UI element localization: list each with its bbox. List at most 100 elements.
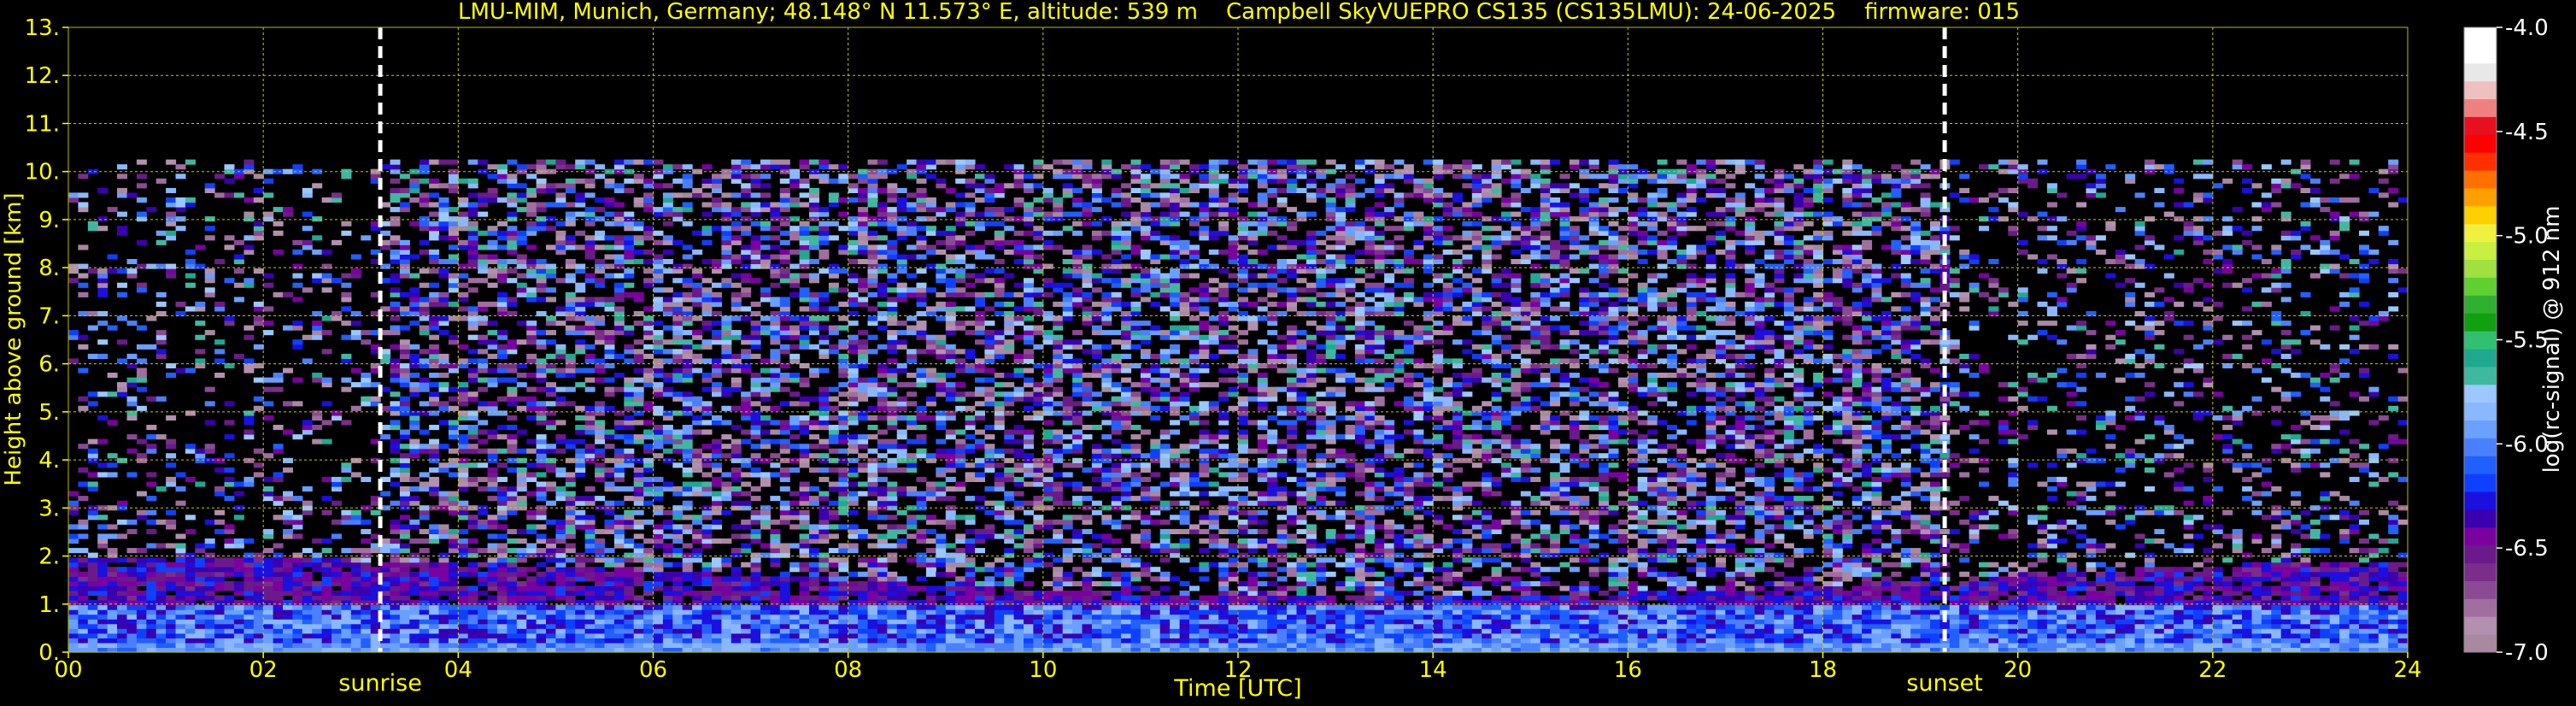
signal-cell bbox=[233, 239, 244, 245]
signal-cell bbox=[858, 595, 869, 601]
signal-cell bbox=[741, 396, 752, 402]
signal-cell bbox=[341, 306, 352, 312]
signal-cell bbox=[467, 632, 478, 638]
signal-cell bbox=[458, 567, 469, 573]
signal-cell bbox=[117, 315, 127, 321]
signal-cell bbox=[595, 567, 606, 573]
signal-cell bbox=[332, 623, 342, 629]
signal-cell bbox=[419, 576, 430, 582]
signal-cell bbox=[546, 609, 556, 615]
signal-cell bbox=[692, 515, 703, 521]
signal-cell bbox=[613, 628, 625, 634]
signal-cell bbox=[604, 263, 615, 269]
signal-cell bbox=[546, 567, 556, 573]
signal-cell bbox=[419, 301, 430, 307]
signal-cell bbox=[555, 528, 566, 534]
signal-cell bbox=[779, 628, 790, 634]
signal-cell bbox=[721, 192, 732, 198]
signal-cell bbox=[848, 543, 859, 549]
signal-cell bbox=[936, 334, 947, 340]
signal-cell bbox=[838, 638, 849, 644]
signal-cell bbox=[828, 500, 839, 506]
signal-cell bbox=[185, 259, 196, 265]
signal-cell bbox=[419, 595, 430, 601]
signal-cell bbox=[712, 373, 722, 379]
signal-cell bbox=[487, 557, 498, 563]
signal-cell bbox=[526, 448, 537, 454]
signal-cell bbox=[409, 321, 420, 327]
signal-cell bbox=[887, 315, 898, 321]
signal-cell bbox=[390, 580, 401, 586]
signal-cell bbox=[877, 491, 888, 497]
signal-cell bbox=[916, 491, 927, 497]
signal-cell bbox=[536, 623, 547, 629]
signal-cell bbox=[273, 207, 284, 213]
signal-cell bbox=[565, 543, 576, 549]
signal-cell bbox=[750, 391, 761, 397]
signal-cell bbox=[653, 339, 664, 345]
signal-cell bbox=[87, 226, 98, 232]
signal-cell bbox=[858, 192, 869, 198]
signal-cell bbox=[497, 567, 508, 573]
signal-cell bbox=[887, 301, 898, 307]
signal-cell bbox=[204, 638, 215, 644]
signal-cell bbox=[643, 434, 654, 440]
signal-cell bbox=[448, 638, 459, 644]
signal-cell bbox=[87, 623, 98, 629]
signal-cell bbox=[896, 538, 907, 544]
signal-cell bbox=[409, 420, 420, 426]
signal-cell bbox=[828, 164, 839, 170]
signal-cell bbox=[907, 519, 918, 525]
signal-cell bbox=[760, 207, 771, 213]
signal-cell bbox=[682, 552, 693, 558]
signal-cell bbox=[78, 557, 89, 563]
signal-cell bbox=[760, 174, 771, 179]
signal-cell bbox=[244, 211, 255, 217]
signal-cell bbox=[467, 159, 478, 165]
signal-cell bbox=[799, 595, 810, 601]
signal-cell bbox=[809, 420, 819, 426]
signal-cell bbox=[399, 259, 410, 265]
signal-cell bbox=[643, 382, 654, 388]
signal-cell bbox=[175, 202, 186, 208]
signal-cell bbox=[945, 448, 956, 454]
signal-cell bbox=[185, 623, 196, 629]
signal-cell bbox=[701, 287, 713, 293]
signal-cell bbox=[604, 334, 615, 340]
signal-cell bbox=[526, 202, 537, 208]
signal-cell bbox=[945, 519, 956, 525]
signal-cell bbox=[595, 235, 606, 241]
signal-cell bbox=[779, 609, 790, 615]
signal-cell bbox=[945, 567, 956, 573]
signal-cell bbox=[887, 401, 898, 407]
signal-cell bbox=[487, 628, 498, 634]
signal-cell bbox=[662, 604, 673, 610]
signal-cell bbox=[399, 604, 410, 610]
signal-cell bbox=[332, 576, 342, 582]
signal-cell bbox=[877, 415, 888, 421]
signal-cell bbox=[507, 642, 518, 648]
signal-cell bbox=[185, 528, 196, 534]
signal-cell bbox=[507, 425, 518, 431]
signal-cell bbox=[955, 623, 966, 629]
signal-cell bbox=[848, 187, 859, 193]
signal-cell bbox=[750, 202, 761, 208]
signal-cell bbox=[731, 628, 742, 634]
signal-cell bbox=[624, 401, 635, 407]
signal-cell bbox=[712, 444, 722, 450]
signal-cell bbox=[195, 453, 206, 459]
signal-cell bbox=[478, 448, 489, 454]
signal-cell bbox=[712, 415, 722, 421]
signal-cell bbox=[741, 405, 752, 411]
signal-cell bbox=[819, 211, 830, 217]
signal-cell bbox=[166, 642, 177, 648]
signal-cell bbox=[175, 472, 186, 478]
signal-cell bbox=[185, 628, 196, 634]
signal-cell bbox=[701, 609, 713, 615]
signal-cell bbox=[848, 373, 859, 379]
signal-cell bbox=[321, 567, 332, 573]
signal-cell bbox=[721, 235, 732, 241]
signal-cell bbox=[487, 642, 498, 648]
signal-cell bbox=[361, 632, 372, 638]
signal-cell bbox=[126, 528, 138, 534]
